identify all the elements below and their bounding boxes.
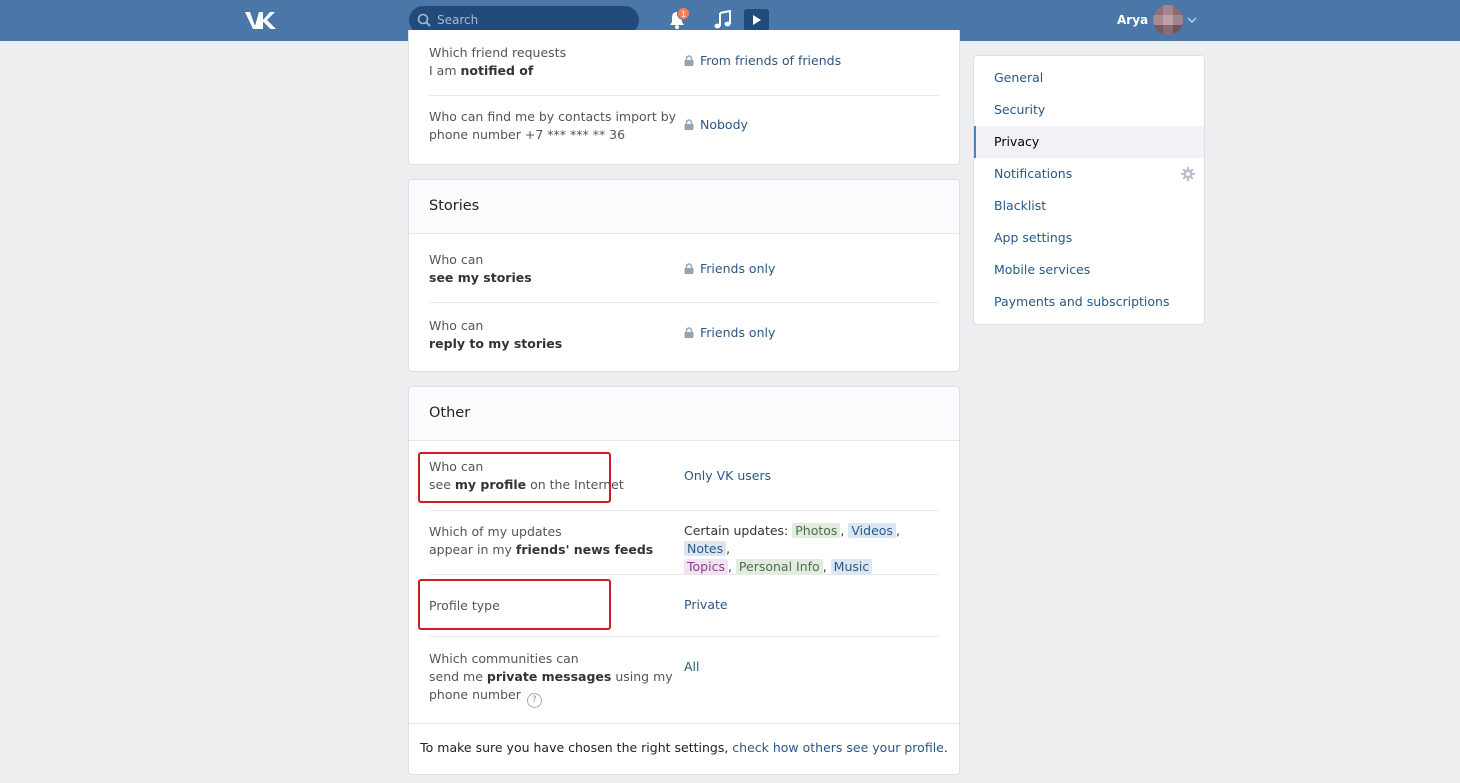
lock-icon [684,327,694,338]
setting-row-communities-messages: Which communities can send me private me… [429,637,939,723]
setting-value-dropdown[interactable]: Friends only [684,324,775,342]
settings-menu: General Security Privacy Notifications B… [973,55,1205,325]
gear-icon[interactable] [1181,167,1195,181]
menu-item-mobile-services[interactable]: Mobile services [974,254,1204,286]
vk-logo-icon[interactable] [244,9,278,31]
setting-label: Who can find me by contacts import by ph… [429,109,677,142]
menu-item-label: Notifications [994,166,1073,181]
setting-row-reply-stories: Who can reply to my stories Friends only [429,303,939,371]
setting-value-dropdown[interactable]: Certain updates: Photos, Videos, Notes, … [684,522,944,576]
menu-item-notifications[interactable]: Notifications [974,158,1204,190]
help-icon[interactable]: ? [526,693,542,708]
user-name[interactable]: Arya [1117,13,1148,27]
setting-label: Which communities can send me private me… [429,650,673,708]
search-placeholder: Search [437,13,479,27]
tag-notes: Notes [684,541,727,556]
menu-item-privacy[interactable]: Privacy [974,126,1204,158]
setting-row-friend-requests: Which friend requests I am notified of F… [429,30,939,96]
setting-label: Who can reply to my stories [429,318,563,351]
setting-row-contacts-import: Who can find me by contacts import by ph… [429,96,939,164]
setting-value-dropdown[interactable]: Friends only [684,260,775,278]
tag-videos: Videos [848,523,896,538]
menu-item-blacklist[interactable]: Blacklist [974,190,1204,222]
setting-value-dropdown[interactable]: All [684,658,700,676]
video-icon[interactable] [744,9,769,31]
menu-item-general[interactable]: General [974,62,1204,94]
setting-row-see-stories: Who can see my stories Friends only [429,235,939,303]
section-title: Other [409,387,959,441]
section-title: Stories [409,180,959,234]
profile-check-note: To make sure you have chosen the right s… [409,723,959,775]
updates-prefix: Certain updates: [684,523,789,538]
chevron-down-icon[interactable] [1187,15,1197,25]
menu-item-payments[interactable]: Payments and subscriptions [974,286,1204,318]
notification-count-badge: 1 [677,7,690,20]
setting-value-dropdown[interactable]: Only VK users [684,467,771,485]
avatar[interactable] [1153,5,1183,35]
tag-music: Music [830,559,873,574]
lock-icon [684,119,694,130]
highlight-box-profile-type [418,579,611,630]
setting-value-dropdown[interactable]: Private [684,596,728,614]
search-icon [417,13,431,27]
lock-icon [684,263,694,274]
music-icon[interactable] [713,10,733,30]
check-profile-link[interactable]: check how others see your profile [732,740,944,755]
setting-row-news-feeds: Which of my updates appear in my friends… [429,511,939,575]
setting-value-dropdown[interactable]: From friends of friends [684,52,841,70]
setting-value-dropdown[interactable]: Nobody [684,116,748,134]
setting-label: Who can see my stories [429,252,532,285]
menu-item-security[interactable]: Security [974,94,1204,126]
setting-label: Which of my updates appear in my friends… [429,524,654,557]
setting-label: Which friend requests I am notified of [429,45,567,78]
lock-icon [684,55,694,66]
highlight-box-profile-internet [418,452,611,503]
tag-photos: Photos [792,523,841,538]
tag-personal-info: Personal Info [735,559,823,574]
privacy-section-card: Which friend requests I am notified of F… [408,30,960,165]
stories-section-card: Stories Who can see my stories Friends o… [408,179,960,372]
tag-topics: Topics [684,559,728,574]
menu-item-app-settings[interactable]: App settings [974,222,1204,254]
